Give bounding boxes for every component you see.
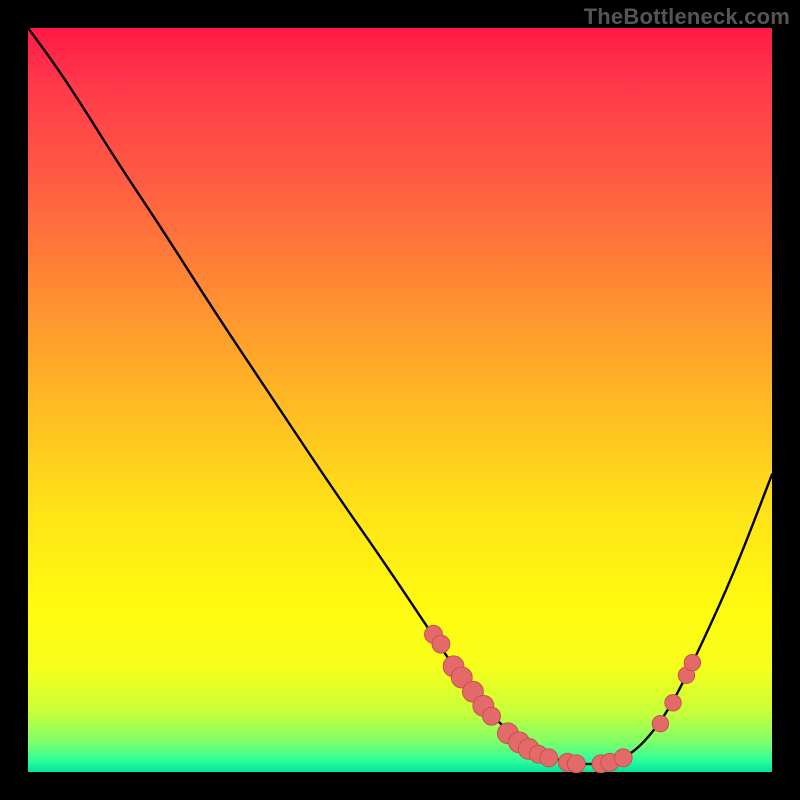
bottleneck-curve [28, 28, 772, 764]
curve-marker [684, 654, 700, 670]
curve-marker [432, 635, 450, 653]
curve-markers [425, 625, 701, 772]
watermark-text: TheBottleneck.com [584, 4, 790, 30]
curve-marker [652, 715, 668, 731]
curve-marker [567, 755, 585, 773]
bottleneck-chart [28, 28, 772, 772]
plot-area [28, 28, 772, 772]
curve-marker [665, 695, 681, 711]
curve-marker [483, 707, 501, 725]
app-frame: TheBottleneck.com [0, 0, 800, 800]
curve-marker [540, 749, 558, 767]
curve-marker [614, 749, 632, 767]
